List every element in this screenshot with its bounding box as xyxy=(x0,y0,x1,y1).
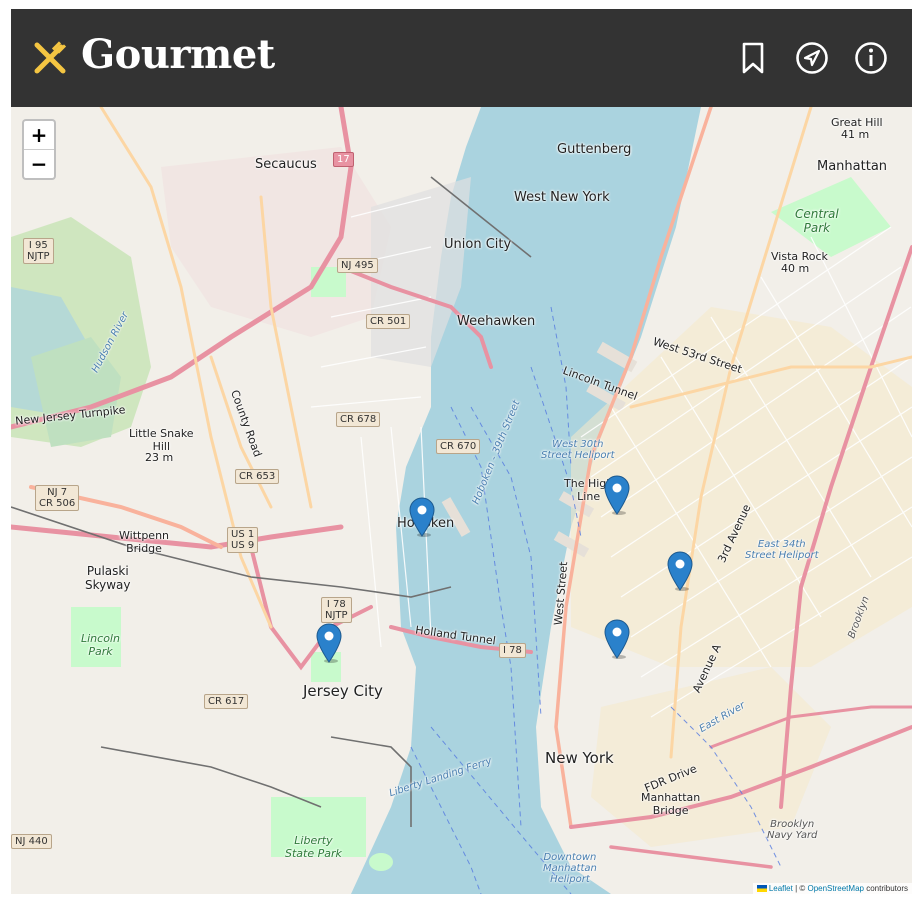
place-union-city: Union City xyxy=(444,237,512,252)
info-icon xyxy=(855,42,887,74)
place-manhattan-bridge: Manhattan Bridge xyxy=(641,791,701,817)
map-pin-icon xyxy=(604,475,630,515)
shield-i78: I 78 xyxy=(499,643,526,658)
attribution-suffix: contributors xyxy=(863,884,908,893)
shield-nj7-cr506: NJ 7 CR 506 xyxy=(35,485,80,511)
marker-midtown-east[interactable] xyxy=(667,551,693,591)
app-header: Gourmet xyxy=(11,9,912,107)
marker-high-line[interactable] xyxy=(604,475,630,515)
zoom-out-button[interactable]: − xyxy=(24,149,54,178)
shield-nj440: NJ 440 xyxy=(11,834,52,849)
navigation-icon xyxy=(796,42,828,74)
zoom-in-button[interactable]: + xyxy=(24,121,54,149)
place-little-snake-hill: Little Snake Hill xyxy=(129,427,194,453)
zoom-control: + − xyxy=(22,119,56,180)
place-central-park: Central Park xyxy=(795,207,839,235)
place-wittpenn-bridge: Wittpenn Bridge xyxy=(119,529,170,555)
elevation-little-snake-hill: 23 m xyxy=(145,451,174,464)
app-title: Gourmet xyxy=(81,31,275,78)
place-brooklyn-navy-yard: Brooklyn Navy Yard xyxy=(767,819,818,841)
place-west-30th-heliport: West 30th Street Heliport xyxy=(541,439,615,461)
locate-button[interactable] xyxy=(794,39,830,77)
place-west-new-york: West New York xyxy=(514,190,610,205)
map-pin-icon xyxy=(667,551,693,591)
shield-i95-njtp: I 95 NJTP xyxy=(23,238,54,264)
place-new-york: New York xyxy=(545,749,614,767)
elevation-great-hill: 41 m xyxy=(841,128,870,141)
shield-nj495: NJ 495 xyxy=(337,258,378,273)
map-view[interactable]: Secaucus Guttenberg West New York Union … xyxy=(11,107,912,894)
map-attribution: Leaflet | © OpenStreetMap contributors xyxy=(752,883,912,894)
shield-cr678: CR 678 xyxy=(336,412,381,427)
map-pin-icon xyxy=(604,619,630,659)
place-secaucus: Secaucus xyxy=(255,157,317,172)
map-pin-icon xyxy=(316,623,342,663)
bookmark-button[interactable] xyxy=(735,39,771,77)
marker-gramercy[interactable] xyxy=(604,619,630,659)
shield-route17: 17 xyxy=(333,152,354,167)
place-weehawken: Weehawken xyxy=(457,314,536,329)
info-button[interactable] xyxy=(853,39,889,77)
place-pulaski-skyway: Pulaski Skyway xyxy=(85,564,131,592)
place-lincoln-park: Lincoln Park xyxy=(81,632,120,658)
shield-cr653: CR 653 xyxy=(235,469,280,484)
place-east-34th-heliport: East 34th Street Heliport xyxy=(745,539,819,561)
leaflet-link[interactable]: Leaflet xyxy=(769,884,793,893)
attribution-separator: | © xyxy=(792,884,808,893)
ukraine-flag-icon xyxy=(756,885,767,893)
bookmark-icon xyxy=(742,42,764,74)
place-downtown-heliport: Downtown Manhattan Heliport xyxy=(543,852,597,885)
marker-hoboken[interactable] xyxy=(409,497,435,537)
marker-jersey-city[interactable] xyxy=(316,623,342,663)
shield-cr501: CR 501 xyxy=(366,314,411,329)
app-window: Gourmet Secaucus Guttenberg West New Yor… xyxy=(11,9,912,894)
place-manhattan: Manhattan xyxy=(817,159,888,174)
osm-link[interactable]: OpenStreetMap xyxy=(807,884,863,893)
shield-cr617: CR 617 xyxy=(204,694,249,709)
shield-i78-njtp: I 78 NJTP xyxy=(321,597,352,623)
place-liberty-state-park: Liberty State Park xyxy=(285,834,342,860)
shield-cr670: CR 670 xyxy=(436,439,481,454)
place-jersey-city: Jersey City xyxy=(303,682,383,700)
shield-us1-us9: US 1 US 9 xyxy=(227,527,259,553)
map-pin-icon xyxy=(409,497,435,537)
fork-knife-icon xyxy=(34,41,67,74)
place-guttenberg: Guttenberg xyxy=(557,142,632,157)
elevation-vista-rock: 40 m xyxy=(781,262,810,275)
